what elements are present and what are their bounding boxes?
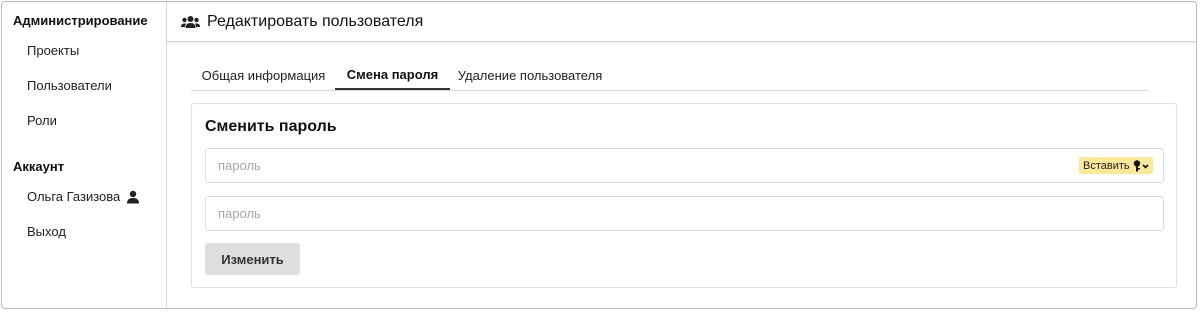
change-password-button[interactable]: Изменить [205, 243, 300, 275]
sidebar-item-projects[interactable]: Проекты [27, 43, 79, 58]
sidebar-item-logout[interactable]: Выход [27, 224, 66, 239]
sidebar: Администрирование Проекты Пользователи Р… [2, 2, 167, 308]
page-header: Редактировать пользователя [167, 2, 1196, 42]
sidebar-section-account: Аккаунт [13, 159, 65, 174]
page-title: Редактировать пользователя [207, 12, 424, 30]
key-icon [1133, 159, 1149, 171]
paste-button[interactable]: Вставить [1079, 157, 1153, 174]
card-title: Сменить пароль [205, 118, 337, 135]
tab-delete-user[interactable]: Удаление пользователя [450, 60, 610, 90]
sidebar-item-profile[interactable]: Ольга Газизова [27, 189, 140, 204]
tab-general-info[interactable]: Общая информация [191, 60, 336, 90]
sidebar-item-roles[interactable]: Роли [27, 113, 57, 128]
change-password-card: Сменить пароль Вставить Изменить [191, 103, 1177, 288]
profile-name: Ольга Газизова [27, 189, 121, 204]
app-window: Администрирование Проекты Пользователи Р… [1, 1, 1197, 309]
sidebar-section-admin: Администрирование [13, 13, 148, 28]
tab-bar: Общая информация Смена пароля Удаление п… [191, 60, 1149, 91]
paste-label: Вставить [1083, 159, 1130, 172]
confirm-password-input[interactable] [205, 196, 1164, 231]
users-icon [181, 15, 200, 28]
user-icon [127, 190, 140, 203]
sidebar-item-users[interactable]: Пользователи [27, 78, 112, 93]
tab-change-password[interactable]: Смена пароля [335, 60, 450, 90]
password-input[interactable] [205, 148, 1164, 183]
